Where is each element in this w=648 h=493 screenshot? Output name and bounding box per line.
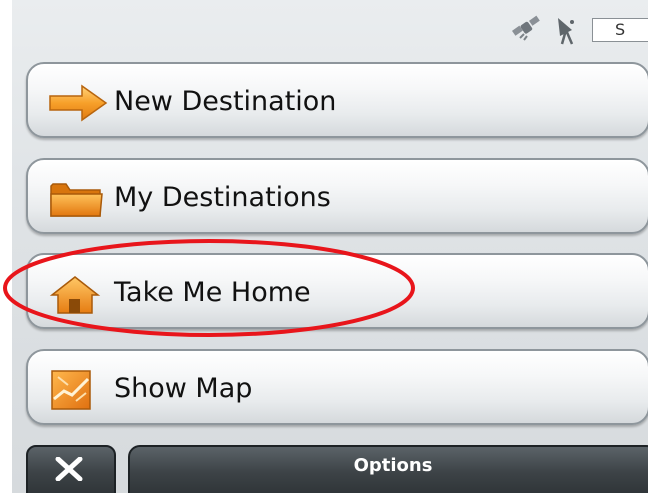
folder-icon [48, 178, 108, 220]
show-map-button[interactable]: Show Map [26, 349, 648, 425]
take-me-home-label: Take Me Home [114, 277, 311, 308]
status-box[interactable]: S [592, 18, 648, 42]
options-button[interactable]: Options [128, 445, 648, 493]
new-destination-label: New Destination [114, 86, 337, 117]
close-icon [55, 457, 83, 481]
my-destinations-label: My Destinations [114, 182, 331, 213]
new-destination-button[interactable]: New Destination [26, 62, 648, 138]
my-destinations-button[interactable]: My Destinations [26, 158, 648, 234]
take-me-home-button[interactable]: Take Me Home [26, 253, 648, 329]
show-map-label: Show Map [114, 373, 253, 404]
close-button[interactable] [26, 445, 116, 493]
map-icon [48, 369, 108, 411]
house-icon [48, 273, 108, 315]
status-bar: S [12, 0, 648, 56]
gps-antenna-icon [552, 14, 582, 50]
satellite-icon [510, 14, 544, 48]
navigation-main-menu: S New Destination My Destinations Take M… [12, 0, 648, 493]
arrow-right-icon [48, 82, 108, 124]
